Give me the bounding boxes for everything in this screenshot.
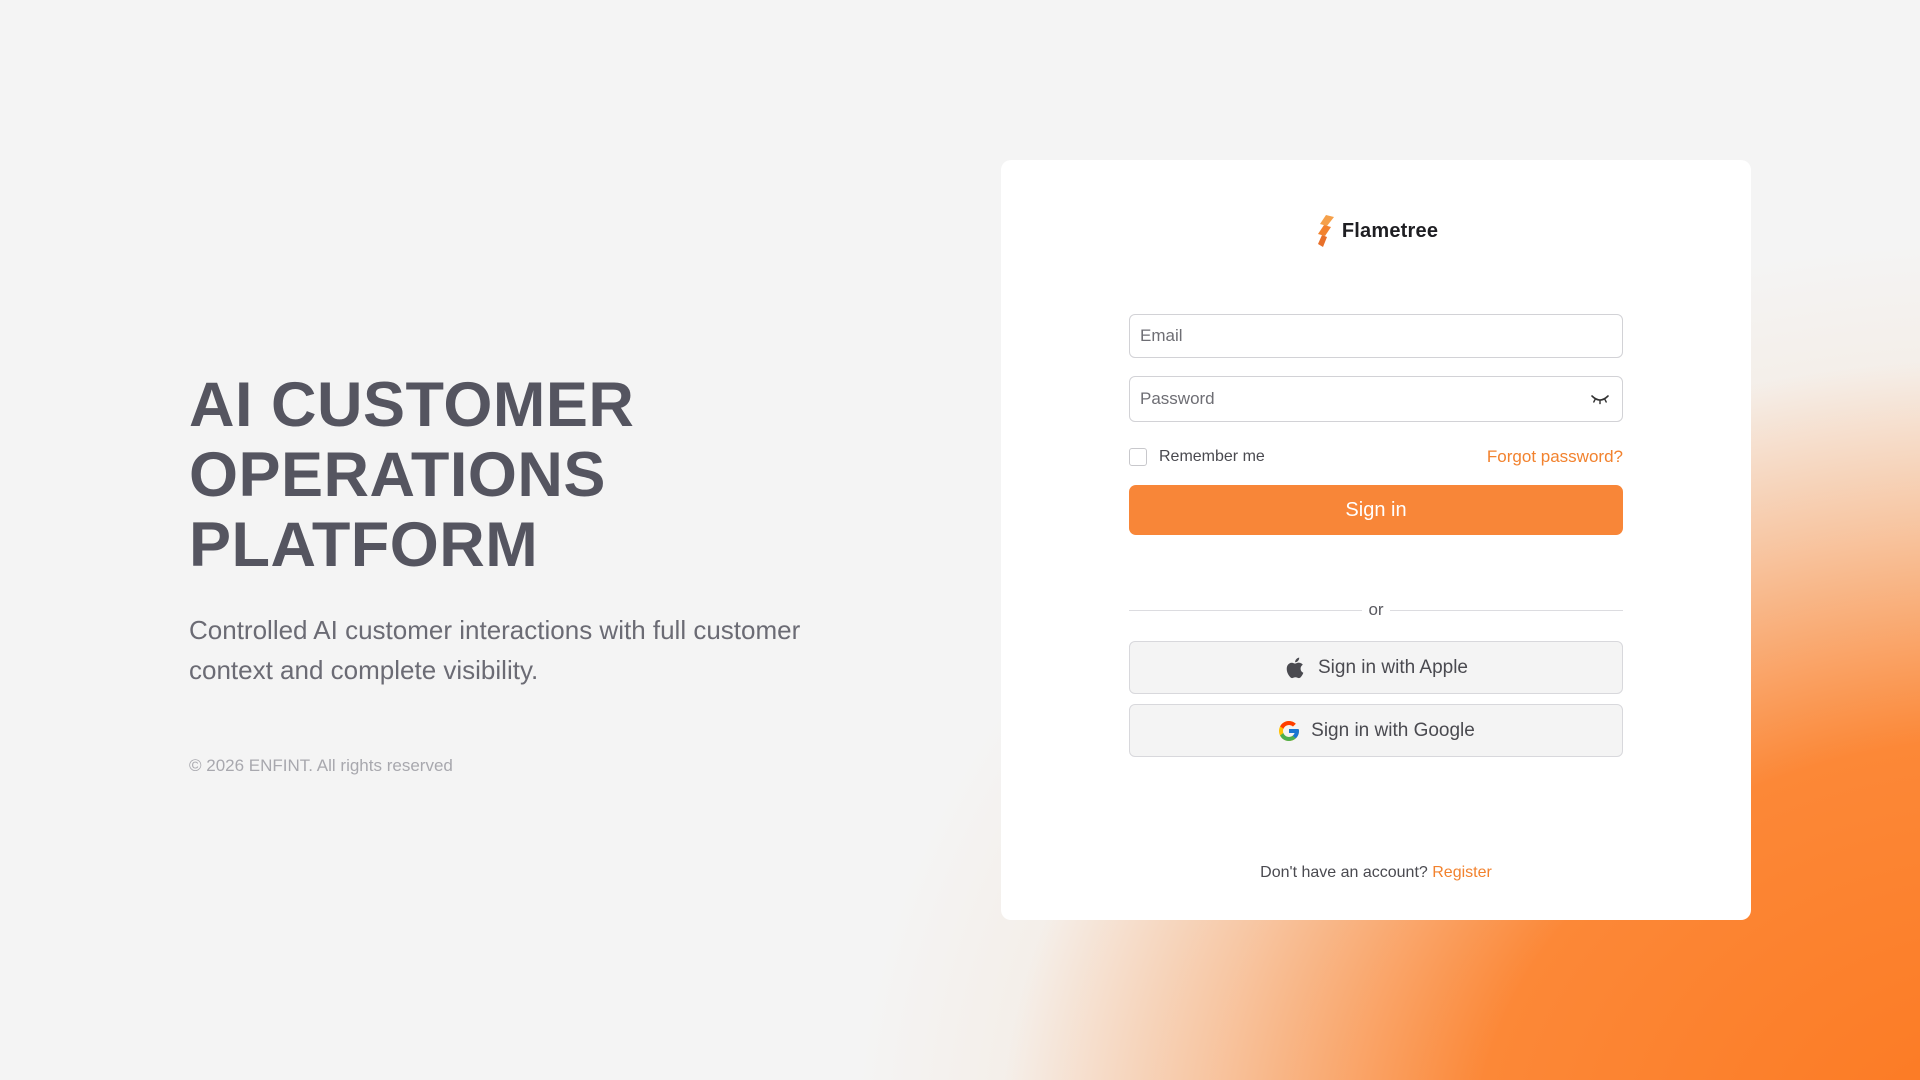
remember-me-toggle[interactable]: Remember me: [1129, 448, 1265, 466]
copyright-text: © 2026 ENFINT. All rights reserved: [189, 756, 453, 775]
options-row: Remember me Forgot password?: [1129, 446, 1623, 468]
register-link[interactable]: Register: [1432, 864, 1492, 881]
sign-in-apple-button[interactable]: Sign in with Apple: [1129, 641, 1623, 694]
hero-title-line: OPERATIONS: [189, 440, 606, 510]
flame-logo-icon: [1317, 215, 1334, 247]
login-form: Remember me Forgot password? Sign in or …: [1129, 314, 1623, 757]
hero-section: AI CUSTOMER OPERATIONS PLATFORM Controll…: [189, 370, 889, 776]
sign-in-apple-label: Sign in with Apple: [1318, 656, 1468, 678]
remember-me-label: Remember me: [1159, 448, 1265, 465]
brand-name: Flametree: [1341, 219, 1439, 242]
divider-line: [1129, 609, 1363, 611]
hero-title-line: PLATFORM: [189, 510, 539, 580]
sign-in-google-label: Sign in with Google: [1311, 719, 1475, 741]
email-field[interactable]: [1130, 315, 1622, 357]
apple-icon: [1286, 657, 1304, 678]
sign-in-button[interactable]: Sign in: [1129, 485, 1623, 535]
divider-label: or: [1368, 600, 1384, 619]
hero-title: AI CUSTOMER OPERATIONS PLATFORM: [189, 370, 889, 580]
hero-subtitle: Controlled AI customer interactions with…: [189, 615, 801, 685]
hero-title-line: AI CUSTOMER: [189, 370, 635, 440]
eye-closed-icon[interactable]: [1590, 391, 1610, 407]
password-field[interactable]: [1130, 377, 1622, 421]
login-card: Flametree Remember me Forgot password? S…: [1001, 160, 1751, 920]
or-divider: or: [1129, 600, 1623, 619]
register-row: Don't have an account? Register: [1001, 864, 1751, 882]
divider-line: [1389, 609, 1623, 611]
password-field-wrapper: [1129, 376, 1623, 422]
google-icon: [1279, 720, 1300, 741]
remember-me-checkbox[interactable]: [1129, 448, 1147, 466]
brand: Flametree: [1001, 214, 1751, 248]
sign-in-google-button[interactable]: Sign in with Google: [1129, 704, 1623, 757]
forgot-password-link[interactable]: Forgot password?: [1487, 447, 1623, 467]
register-prompt: Don't have an account?: [1260, 864, 1428, 881]
email-field-wrapper: [1129, 314, 1623, 358]
